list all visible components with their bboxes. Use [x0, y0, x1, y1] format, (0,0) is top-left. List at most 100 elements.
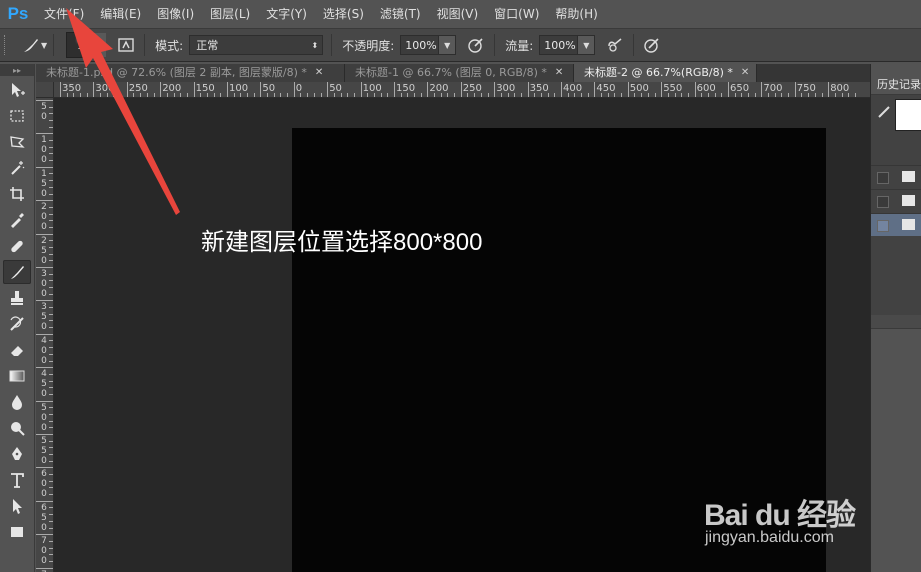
ruler-tick	[540, 93, 542, 97]
ruler-tick	[447, 93, 449, 97]
ruler-tick-label: 100	[362, 83, 382, 94]
ruler-tick	[293, 82, 295, 97]
ruler-tick	[520, 93, 522, 97]
blur-tool-icon[interactable]	[3, 390, 31, 414]
ruler-tick	[313, 93, 315, 97]
vertical-ruler[interactable]: 5 0 1 0 0 1 5 0 2 0 0 2 5 0 3 0 0 3 5 0 4 0 0 4 …	[36, 98, 54, 572]
ruler-tick	[414, 93, 416, 97]
ruler-tick	[49, 440, 53, 442]
history-panel-tab[interactable]: 历史记录	[871, 76, 921, 95]
history-state-row[interactable]	[871, 165, 921, 188]
close-tab-icon[interactable]: ✕	[315, 64, 323, 82]
history-snapshot-row[interactable]	[871, 95, 921, 133]
ruler-tick	[49, 126, 53, 128]
brush-panel-toggle-icon[interactable]	[114, 33, 138, 57]
document-tab[interactable]: 未标题-1 @ 66.7% (图层 0, RGB/8) * ✕	[345, 64, 574, 82]
ruler-tick-label: 2 0 0	[41, 202, 47, 233]
ruler-tick	[49, 113, 53, 115]
history-source-checkbox[interactable]	[877, 220, 889, 232]
menu-type[interactable]: 文字(Y)	[258, 0, 315, 28]
crop-tool-icon[interactable]	[3, 182, 31, 206]
ruler-tick	[434, 93, 436, 97]
brush-size-caret[interactable]: ▼	[94, 33, 107, 57]
photoshop-logo[interactable]: Ps	[0, 0, 36, 28]
menu-filter[interactable]: 滤镜(T)	[372, 0, 429, 28]
flow-field[interactable]: 100% ▼	[539, 35, 596, 55]
ruler-tick	[49, 407, 53, 409]
ruler-tick-label: 150	[195, 83, 215, 94]
ruler-tick	[367, 93, 369, 97]
magic-wand-tool-icon[interactable]	[3, 156, 31, 180]
brush-preset-caret[interactable]: ▼	[41, 41, 47, 50]
menu-layer[interactable]: 图层(L)	[202, 0, 258, 28]
type-tool-icon[interactable]	[3, 468, 31, 492]
options-grip[interactable]	[4, 35, 11, 55]
ruler-tick	[200, 93, 202, 97]
eraser-tool-icon[interactable]	[3, 338, 31, 362]
menu-window[interactable]: 窗口(W)	[486, 0, 547, 28]
ruler-tick	[36, 200, 53, 202]
document-state-icon	[902, 171, 915, 182]
healing-brush-tool-icon[interactable]	[3, 234, 31, 258]
clone-stamp-tool-icon[interactable]	[3, 286, 31, 310]
menu-view[interactable]: 视图(V)	[429, 0, 487, 28]
pressure-size-icon[interactable]	[640, 33, 664, 57]
toolbox-collapse-icon[interactable]: ▸▸	[0, 64, 34, 76]
flow-caret[interactable]: ▼	[577, 36, 595, 54]
ruler-tick	[193, 82, 195, 97]
lasso-tool-icon[interactable]	[3, 130, 31, 154]
separator	[331, 34, 333, 56]
ruler-tick	[240, 93, 242, 97]
brush-size-picker[interactable]: 1	[66, 32, 95, 58]
horizontal-ruler[interactable]: 350 300 250 200 150 100 50 0 50 100 150 200 250 300 35…	[54, 82, 870, 98]
ruler-tick	[36, 534, 53, 536]
history-source-checkbox[interactable]	[877, 172, 889, 184]
ruler-tick	[527, 82, 529, 97]
menu-help[interactable]: 帮助(H)	[547, 0, 605, 28]
menu-select[interactable]: 选择(S)	[315, 0, 372, 28]
document-tab-active[interactable]: 未标题-2 @ 66.7%(RGB/8) * ✕	[574, 64, 757, 82]
brush-tool-icon[interactable]	[3, 260, 31, 284]
ruler-tick	[49, 487, 53, 489]
gradient-tool-icon[interactable]	[3, 364, 31, 388]
pressure-opacity-icon[interactable]	[464, 33, 488, 57]
menu-file[interactable]: 文件(F)	[36, 0, 92, 28]
opacity-value[interactable]: 100%	[401, 39, 438, 52]
opacity-caret[interactable]: ▼	[438, 36, 456, 54]
ruler-tick	[49, 454, 53, 456]
ruler-tick	[460, 82, 462, 97]
ruler-tick	[768, 93, 770, 97]
opacity-field[interactable]: 100% ▼	[400, 35, 457, 55]
history-state-row[interactable]	[871, 189, 921, 212]
history-state-row-selected[interactable]	[871, 213, 921, 236]
flow-value[interactable]: 100%	[540, 39, 577, 52]
ruler-tick	[113, 93, 115, 97]
eyedropper-tool-icon[interactable]	[3, 208, 31, 232]
opacity-label: 不透明度:	[342, 38, 395, 53]
airbrush-icon[interactable]	[603, 33, 627, 57]
close-tab-icon[interactable]: ✕	[741, 64, 749, 82]
ruler-tick	[601, 93, 603, 97]
separator	[494, 34, 496, 56]
history-brush-tool-icon[interactable]	[3, 312, 31, 336]
menu-image[interactable]: 图像(I)	[149, 0, 202, 28]
ruler-tick	[734, 93, 736, 97]
blend-mode-select[interactable]: 正常 ⬍	[189, 35, 324, 55]
ruler-tick	[106, 93, 108, 97]
ruler-tick-label: 250	[462, 83, 482, 94]
rectangle-tool-icon[interactable]	[3, 520, 31, 544]
ruler-tick	[49, 347, 53, 349]
ruler-tick	[614, 93, 616, 97]
marquee-tool-icon[interactable]	[3, 104, 31, 128]
path-selection-tool-icon[interactable]	[3, 494, 31, 518]
brush-preset-icon[interactable]	[19, 33, 43, 57]
dodge-tool-icon[interactable]	[3, 416, 31, 440]
ruler-origin[interactable]	[36, 82, 54, 98]
ruler-tick	[49, 427, 53, 429]
document-tab[interactable]: 未标题-1.psd @ 72.6% (图层 2 副本, 图层蒙版/8) * ✕	[36, 64, 345, 82]
move-tool-icon[interactable]	[3, 78, 31, 102]
menu-edit[interactable]: 编辑(E)	[92, 0, 149, 28]
history-source-checkbox[interactable]	[877, 196, 889, 208]
pen-tool-icon[interactable]	[3, 442, 31, 466]
close-tab-icon[interactable]: ✕	[555, 64, 563, 82]
